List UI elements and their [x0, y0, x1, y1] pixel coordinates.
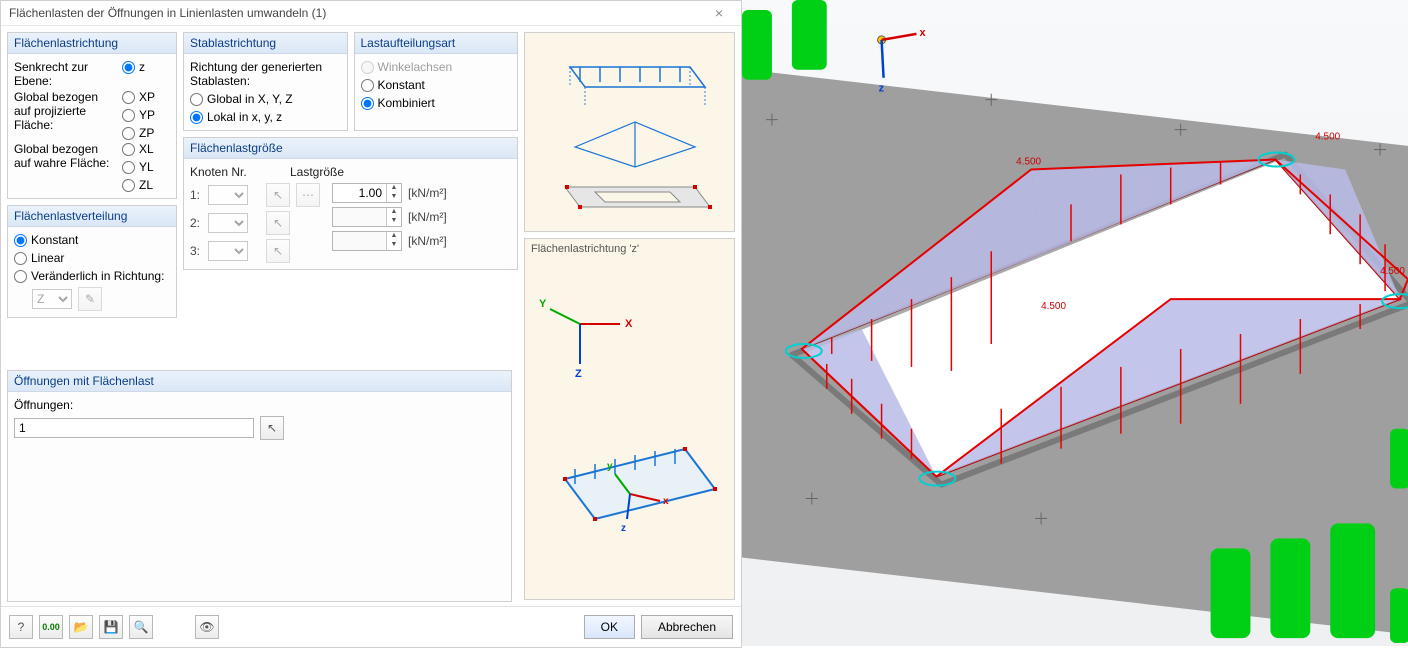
- pick-node-icon: ↖: [266, 211, 290, 235]
- label: Richtung der generierten Stablasten:: [190, 60, 341, 88]
- svg-text:z: z: [621, 523, 626, 534]
- radio-yp[interactable]: YP: [122, 108, 170, 122]
- dialog-titlebar: Flächenlasten der Öffnungen in Linienlas…: [1, 1, 741, 26]
- radio-variable[interactable]: Veränderlich in Richtung:: [14, 269, 170, 283]
- load-value: 4.500: [1041, 301, 1066, 312]
- group-title: Flächenlastrichtung: [8, 33, 176, 54]
- model-viewport[interactable]: 4.500 4.500 4.500 4.500: [742, 0, 1408, 646]
- row-label: 1:: [190, 188, 204, 202]
- radio-zp[interactable]: ZP: [122, 126, 170, 140]
- row-label: 3:: [190, 244, 204, 258]
- help-icon[interactable]: ?: [9, 615, 33, 639]
- radio-xp[interactable]: XP: [122, 90, 170, 104]
- preview-lastaufteilung: [524, 32, 735, 232]
- radio-konstant2[interactable]: Konstant: [361, 78, 512, 92]
- preview-flaechenlastrichtung: Flächenlastrichtung 'z' X Y Z: [524, 238, 735, 600]
- axis-select[interactable]: Z: [32, 289, 72, 309]
- radio-zl[interactable]: ZL: [122, 178, 170, 192]
- radio-xl[interactable]: XL: [122, 142, 170, 156]
- load2-spinner[interactable]: ▲▼: [332, 207, 402, 227]
- openings-input[interactable]: [14, 418, 254, 438]
- node3-select[interactable]: [208, 241, 248, 261]
- column-header: Knoten Nr.: [190, 165, 290, 179]
- label: Senkrecht zur Ebene:: [14, 60, 118, 88]
- radio-winkelachsen: Winkelachsen: [361, 60, 512, 74]
- group-flaechenlastgroesse: Flächenlastgröße Knoten Nr. Lastgröße 1:: [183, 137, 518, 270]
- radio-global-xyz[interactable]: Global in X, Y, Z: [190, 92, 341, 106]
- preview-caption: Flächenlastrichtung 'z': [531, 243, 639, 255]
- column-header: Lastgröße: [290, 165, 380, 179]
- group-title: Flächenlastgröße: [184, 138, 517, 159]
- cancel-button[interactable]: Abbrechen: [641, 615, 733, 639]
- load-value: 4.500: [1380, 266, 1405, 277]
- load3-spinner[interactable]: ▲▼: [332, 231, 402, 251]
- dialog-footer: ? 0.00 📂 💾 🔍 👁 OK Abbrechen: [1, 606, 741, 647]
- load-conversion-dialog: Flächenlasten der Öffnungen in Linienlas…: [0, 0, 742, 648]
- close-icon[interactable]: ×: [705, 5, 733, 21]
- label: Global bezogen auf wahre Fläche:: [14, 142, 118, 170]
- svg-text:Y: Y: [539, 298, 547, 310]
- eye-icon[interactable]: 👁: [195, 615, 219, 639]
- zoom-icon[interactable]: 🔍: [129, 615, 153, 639]
- group-title: Stablastrichtung: [184, 33, 347, 54]
- group-flaechenlastverteilung: Flächenlastverteilung Konstant Linear Ve…: [7, 205, 177, 318]
- svg-text:X: X: [625, 318, 633, 330]
- radio-kombiniert[interactable]: Kombiniert: [361, 96, 512, 110]
- group-title: Lastaufteilungsart: [355, 33, 518, 54]
- radio-lokal-xyz[interactable]: Lokal in x, y, z: [190, 110, 341, 124]
- group-lastaufteilungsart: Lastaufteilungsart Winkelachsen Konstant…: [354, 32, 519, 131]
- node2-select[interactable]: [208, 213, 248, 233]
- pick-node-icon: ↖: [266, 183, 290, 207]
- load-value: 4.500: [1315, 132, 1340, 143]
- ok-button[interactable]: OK: [584, 615, 635, 639]
- svg-text:x: x: [663, 496, 669, 507]
- pick-openings-icon[interactable]: ↖: [260, 416, 284, 440]
- group-title: Flächenlastverteilung: [8, 206, 176, 227]
- load-value: 4.500: [1016, 157, 1041, 168]
- unit-label: [kN/m²]: [408, 186, 458, 200]
- group-title: Öffnungen mit Flächenlast: [8, 371, 511, 392]
- group-flaechenlastrichtung: Flächenlastrichtung Senkrecht zur Ebene:…: [7, 32, 177, 199]
- folder-icon[interactable]: 📂: [69, 615, 93, 639]
- label: Global bezogen auf projizierte Fläche:: [14, 90, 118, 132]
- axis-label: x: [919, 27, 926, 39]
- radio-linear[interactable]: Linear: [14, 251, 170, 265]
- radio-yl[interactable]: YL: [122, 160, 170, 174]
- svg-text:Z: Z: [575, 368, 582, 380]
- unit-label: [kN/m²]: [408, 210, 458, 224]
- load1-spinner[interactable]: ▲▼: [332, 183, 402, 203]
- save-icon[interactable]: 💾: [99, 615, 123, 639]
- radio-konstant[interactable]: Konstant: [14, 233, 170, 247]
- unit-label: [kN/m²]: [408, 234, 458, 248]
- radio-z[interactable]: z: [122, 60, 170, 74]
- group-oeffnungen: Öffnungen mit Flächenlast Öffnungen: ↖: [7, 370, 512, 602]
- units-icon[interactable]: 0.00: [39, 615, 63, 639]
- pick-node-icon: ↖: [266, 239, 290, 263]
- pick-icon: ✎: [78, 287, 102, 311]
- pick-nodes-icon: ⋯: [296, 183, 320, 207]
- label: Öffnungen:: [14, 398, 505, 412]
- svg-text:y: y: [607, 461, 613, 472]
- axis-label: z: [879, 83, 885, 95]
- node1-select[interactable]: [208, 185, 248, 205]
- dialog-title: Flächenlasten der Öffnungen in Linienlas…: [9, 6, 326, 20]
- group-stablastrichtung: Stablastrichtung Richtung der generierte…: [183, 32, 348, 131]
- row-label: 2:: [190, 216, 204, 230]
